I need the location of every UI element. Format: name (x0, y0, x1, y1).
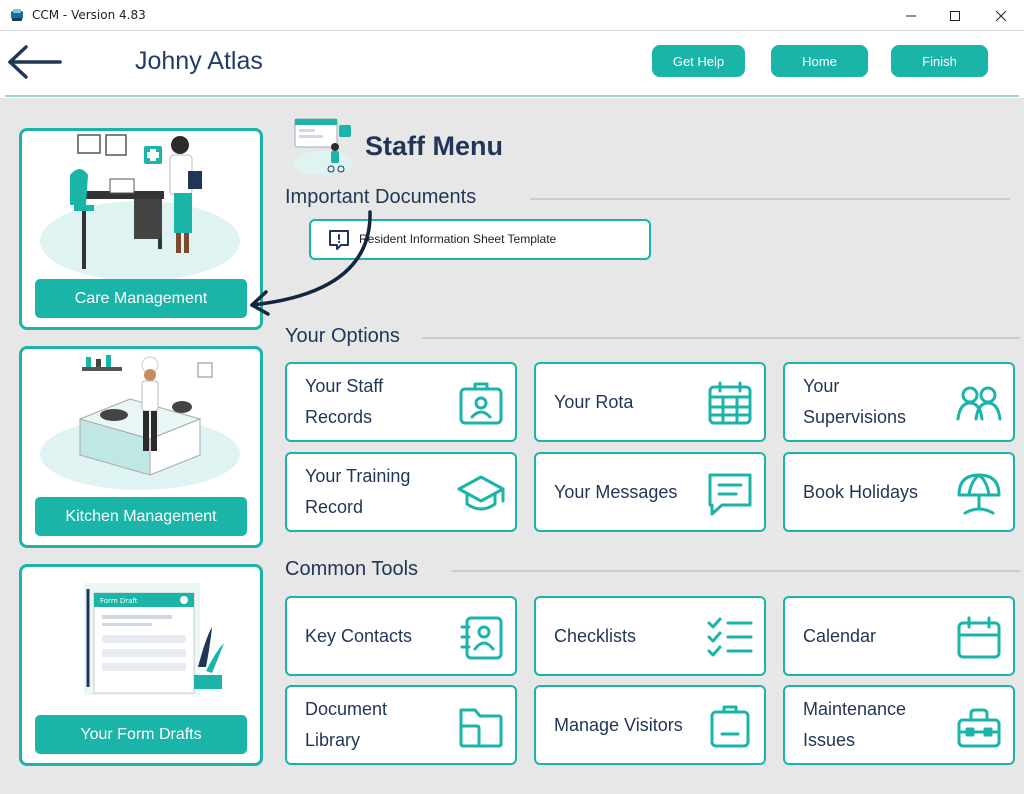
care-management-card[interactable]: Care Management (19, 128, 263, 330)
manage-visitors-button[interactable]: Manage Visitors (534, 685, 766, 765)
your-messages-button[interactable]: Your Messages (534, 452, 766, 532)
calendar-button[interactable]: Calendar (783, 596, 1015, 676)
contacts-book-icon (460, 616, 503, 660)
header-divider (5, 95, 1019, 97)
your-supervisions-button[interactable]: Your Supervisions (783, 362, 1015, 442)
maintenance-issues-button[interactable]: Maintenance Issues (783, 685, 1015, 765)
kitchen-management-button[interactable]: Kitchen Management (35, 497, 247, 536)
care-management-button[interactable]: Care Management (35, 279, 247, 318)
option-label: Your Messages (554, 481, 678, 502)
option-label: Calendar (803, 625, 877, 646)
window-title: CCM - Version 4.83 (32, 8, 146, 22)
option-label: Checklists (554, 625, 637, 646)
form-drafts-button[interactable]: Your Form Drafts (35, 715, 247, 754)
section-divider (452, 570, 1020, 572)
key-contacts-button[interactable]: Key Contacts (285, 596, 517, 676)
toolbox-icon (957, 708, 1001, 748)
minimize-button[interactable] (888, 0, 934, 31)
folder-icon (459, 708, 503, 748)
option-label: Document Library (305, 699, 388, 750)
common-tools-heading: Common Tools (285, 558, 419, 580)
kitchen-illustration (40, 355, 240, 490)
section-divider (530, 198, 1010, 200)
finish-button[interactable]: Finish (891, 45, 988, 77)
maximize-button[interactable] (932, 0, 978, 31)
form-draft-illustration: Form Draft (84, 583, 224, 695)
your-training-record-button[interactable]: Your Training Record (285, 452, 517, 532)
close-icon (995, 10, 1007, 21)
option-label: Book Holidays (803, 481, 919, 502)
section-divider (422, 337, 1020, 339)
calendar-grid-icon (708, 381, 752, 425)
document-label: Resident Information Sheet Template (359, 232, 557, 246)
graduation-cap-icon (457, 475, 505, 511)
user-name: Johny Atlas (135, 47, 263, 75)
form-draft-caption: Form Draft (100, 597, 138, 605)
your-rota-button[interactable]: Your Rota (534, 362, 766, 442)
id-badge-icon (459, 382, 503, 425)
message-icon (708, 473, 752, 516)
page-title: Staff Menu (365, 131, 503, 161)
document-resident-information-sheet[interactable]: Resident Information Sheet Template (309, 219, 651, 260)
beach-umbrella-icon (957, 473, 1001, 515)
maximize-icon (950, 10, 960, 21)
book-holidays-button[interactable]: Book Holidays (783, 452, 1015, 532)
home-button[interactable]: Home (771, 45, 868, 77)
window-title-bar: CCM - Version 4.83 (0, 0, 1024, 31)
checklist-icon (707, 617, 753, 657)
option-label: Your Supervisions (803, 376, 907, 427)
form-drafts-card[interactable]: Form Draft Your Form Drafts (19, 564, 263, 766)
app-icon (11, 9, 23, 21)
calendar-icon (957, 616, 1001, 659)
your-options-heading: Your Options (285, 325, 400, 347)
users-icon (956, 386, 1002, 421)
visitor-badge-icon (710, 705, 750, 748)
close-button[interactable] (978, 0, 1024, 31)
option-label: Your Staff Records (305, 376, 384, 427)
checklists-button[interactable]: Checklists (534, 596, 766, 676)
option-label: Your Rota (554, 391, 634, 412)
document-library-button[interactable]: Document Library (285, 685, 517, 765)
staff-menu-illustration (293, 118, 353, 175)
option-label: Manage Visitors (554, 714, 683, 735)
minimize-icon (906, 15, 916, 16)
care-illustration (40, 134, 240, 281)
kitchen-management-card[interactable]: Kitchen Management (19, 346, 263, 548)
important-documents-heading: Important Documents (285, 186, 477, 208)
option-label: Key Contacts (305, 625, 413, 646)
your-staff-records-button[interactable]: Your Staff Records (285, 362, 517, 442)
get-help-button[interactable]: Get Help (652, 45, 745, 77)
alert-message-icon (329, 230, 349, 250)
back-arrow-icon[interactable] (6, 43, 64, 81)
option-label: Maintenance Issues (803, 699, 907, 750)
option-label: Your Training Record (305, 466, 411, 517)
